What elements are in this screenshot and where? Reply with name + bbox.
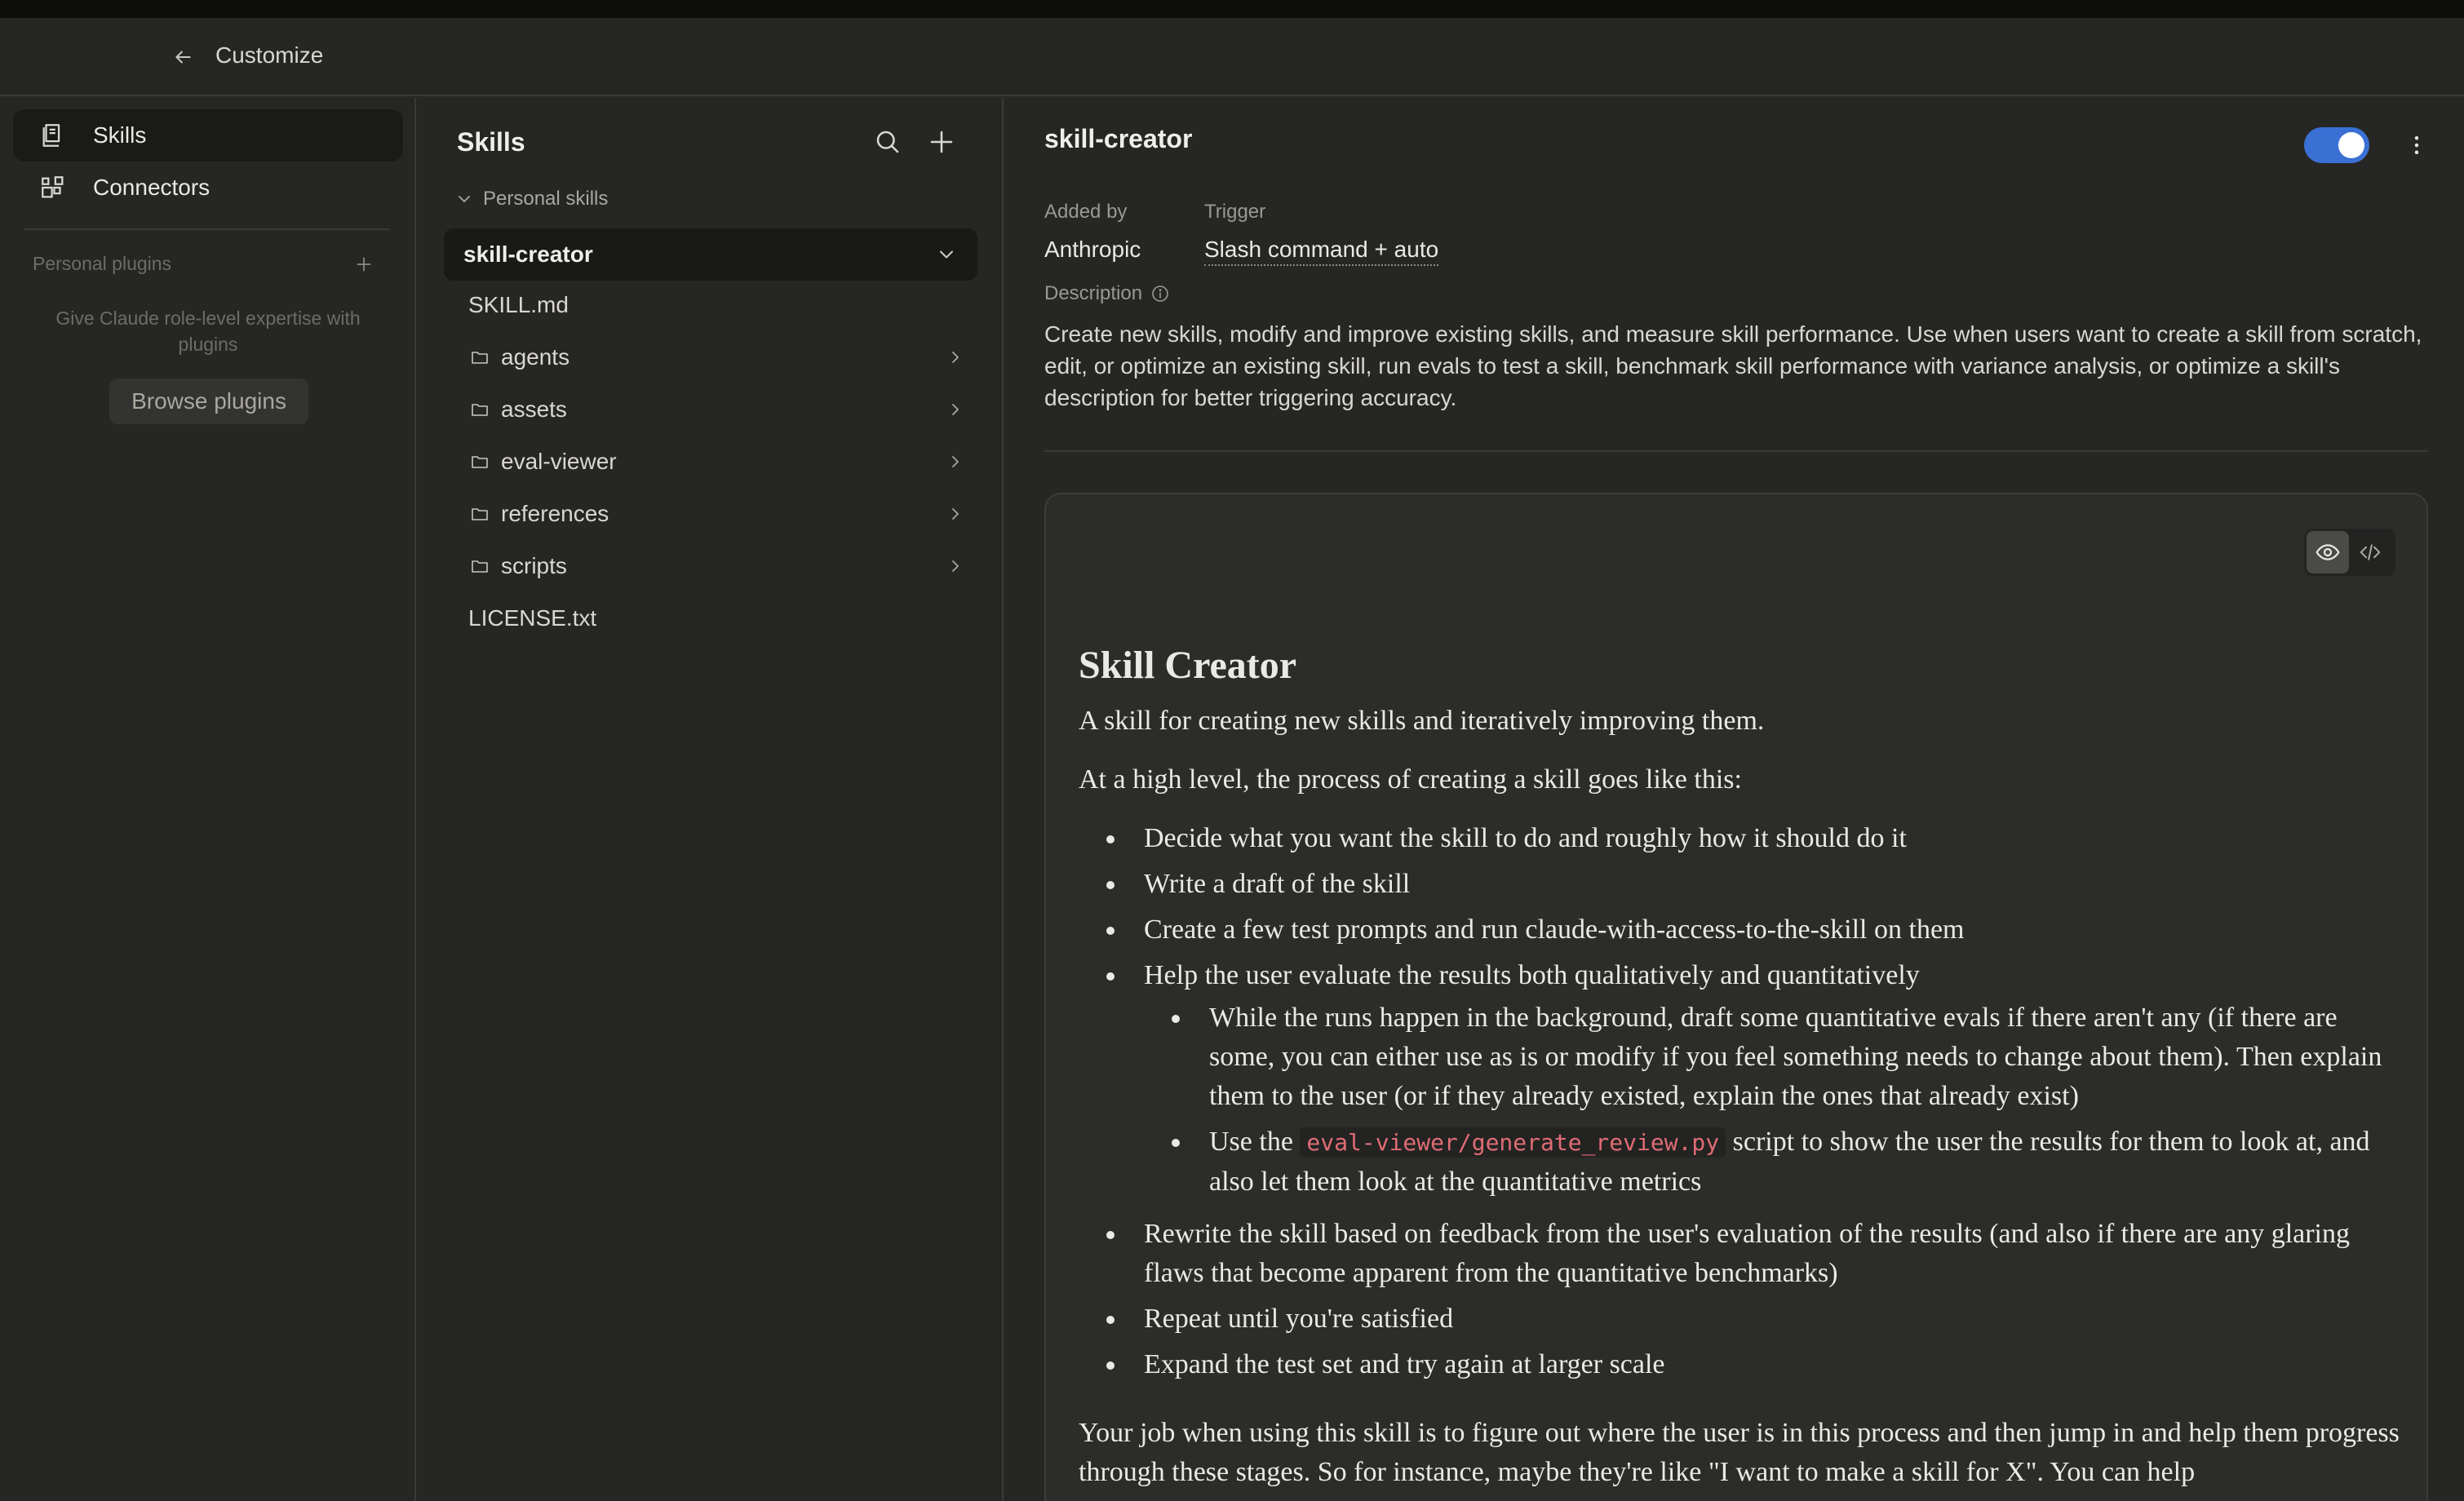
plus-icon xyxy=(357,257,371,272)
trigger-value[interactable]: Slash command + auto xyxy=(1204,237,1439,266)
browse-plugins-button[interactable]: Browse plugins xyxy=(109,379,308,424)
folder-icon xyxy=(468,346,491,369)
inline-code: eval-viewer/generate_review.py xyxy=(1300,1127,1726,1158)
folder-item[interactable]: references xyxy=(468,491,976,537)
toggle-knob xyxy=(2338,132,2364,158)
skill-name: skill-creator xyxy=(463,241,593,267)
back-button[interactable] xyxy=(166,41,199,73)
plus-icon xyxy=(930,131,953,153)
more-vertical-icon xyxy=(2414,136,2419,154)
header: Customize xyxy=(0,18,2464,96)
folder-icon xyxy=(468,398,491,421)
more-options-button[interactable] xyxy=(2400,129,2433,162)
add-skill-button[interactable] xyxy=(924,124,959,160)
folder-name: agents xyxy=(501,344,570,370)
divider xyxy=(1044,450,2428,452)
file-item[interactable]: SKILL.md xyxy=(468,282,976,328)
list-item: Decide what you want the skill to do and… xyxy=(1079,819,2400,858)
folder-name: scripts xyxy=(501,553,567,578)
search-button[interactable] xyxy=(870,124,906,160)
code-icon xyxy=(2360,544,2381,560)
description-text: Create new skills, modify and improve ex… xyxy=(1044,321,2422,410)
chevron-right-icon xyxy=(942,396,969,423)
file-name: SKILL.md xyxy=(468,292,569,317)
personal-skills-toggle[interactable]: Personal skills xyxy=(452,184,608,214)
info-icon[interactable] xyxy=(1149,282,1172,305)
sidebar: Skills Connectors Personal plugins Give … xyxy=(0,98,416,1501)
folder-icon xyxy=(468,450,491,473)
folder-item[interactable]: eval-viewer xyxy=(468,439,976,485)
doc-intro: A skill for creating new skills and iter… xyxy=(1079,706,1765,736)
list-item: Help the user evaluate the results both … xyxy=(1079,956,2400,1202)
doc-process-intro: At a high level, the process of creating… xyxy=(1079,764,1742,795)
doc-heading: Skill Creator xyxy=(1079,644,1297,687)
folder-item[interactable]: scripts xyxy=(468,543,976,589)
window-top-strip xyxy=(0,0,2464,18)
list-item: Repeat until you're satisfied xyxy=(1079,1300,2400,1339)
chevron-down-icon xyxy=(930,238,963,271)
folder-icon xyxy=(468,503,491,525)
connectors-icon xyxy=(38,172,69,203)
skill-markdown-preview: Skill Creator A skill for creating new s… xyxy=(1079,641,2400,1501)
folder-name: eval-viewer xyxy=(501,449,617,474)
divider xyxy=(24,228,390,230)
arrow-left-icon xyxy=(175,51,191,64)
chevron-right-icon xyxy=(942,500,969,528)
added-by-value: Anthropic xyxy=(1044,237,1141,262)
page-title: Customize xyxy=(215,42,324,68)
file-name: LICENSE.txt xyxy=(468,605,597,631)
skill-detail: skill-creator Added by Anthropic Trigger… xyxy=(1005,98,2464,1501)
skill-enabled-toggle[interactable] xyxy=(2304,127,2369,163)
skill-title: skill-creator xyxy=(1044,124,1193,153)
list-item: Rewrite the skill based on feedback from… xyxy=(1079,1215,2400,1293)
view-mode-toggle xyxy=(2304,529,2395,576)
chevron-right-icon xyxy=(942,448,969,476)
search-icon xyxy=(876,131,899,153)
folder-icon xyxy=(468,555,491,578)
doc-steps-list: Decide what you want the skill to do and… xyxy=(1079,819,2400,1384)
list-item: Expand the test set and try again at lar… xyxy=(1079,1345,2400,1384)
list-item: Use the eval-viewer/generate_review.py s… xyxy=(1144,1122,2400,1202)
file-item[interactable]: LICENSE.txt xyxy=(468,596,976,641)
list-item-text: Use the xyxy=(1209,1127,1301,1157)
section-label: Personal skills xyxy=(483,188,609,210)
plugins-section-title: Personal plugins xyxy=(33,253,172,274)
sidebar-item-connectors[interactable]: Connectors xyxy=(13,162,403,214)
chevron-right-icon xyxy=(942,343,969,371)
plugins-empty-text: Give Claude role-level expertise with pl… xyxy=(55,308,361,355)
list-item-text: Help the user evaluate the results both … xyxy=(1144,960,1920,990)
chevron-down-icon xyxy=(452,187,476,211)
skills-panel: Skills Personal skills skill-creator SKI… xyxy=(418,98,1004,1501)
source-mode-button[interactable] xyxy=(2349,531,2391,573)
preview-mode-button[interactable] xyxy=(2307,531,2349,573)
skills-panel-title: Skills xyxy=(457,127,525,157)
added-by-label: Added by xyxy=(1044,201,1128,223)
sidebar-item-label: Skills xyxy=(93,122,147,148)
chevron-right-icon xyxy=(942,552,969,580)
list-item: Create a few test prompts and run claude… xyxy=(1079,910,2400,950)
skill-item-selected[interactable]: skill-creator xyxy=(444,228,977,281)
sidebar-item-label: Connectors xyxy=(93,175,211,200)
list-item: While the runs happen in the background,… xyxy=(1144,998,2400,1116)
eye-icon xyxy=(2316,544,2340,560)
skill-document-card: Skill Creator A skill for creating new s… xyxy=(1044,493,2428,1501)
doc-closing: Your job when using this skill is to fig… xyxy=(1079,1418,2400,1487)
folder-item[interactable]: assets xyxy=(468,387,976,432)
folder-item[interactable]: agents xyxy=(468,334,976,380)
list-item: Write a draft of the skill xyxy=(1079,865,2400,904)
trigger-label: Trigger xyxy=(1204,201,1266,223)
folder-name: assets xyxy=(501,396,567,422)
skills-icon xyxy=(38,120,69,151)
description-label-row: Description xyxy=(1044,282,1172,305)
description-label: Description xyxy=(1044,282,1143,304)
folder-name: references xyxy=(501,501,609,526)
add-plugin-button[interactable] xyxy=(349,250,379,279)
sidebar-item-skills[interactable]: Skills xyxy=(13,109,403,162)
doc-substeps-list: While the runs happen in the background,… xyxy=(1144,998,2400,1202)
